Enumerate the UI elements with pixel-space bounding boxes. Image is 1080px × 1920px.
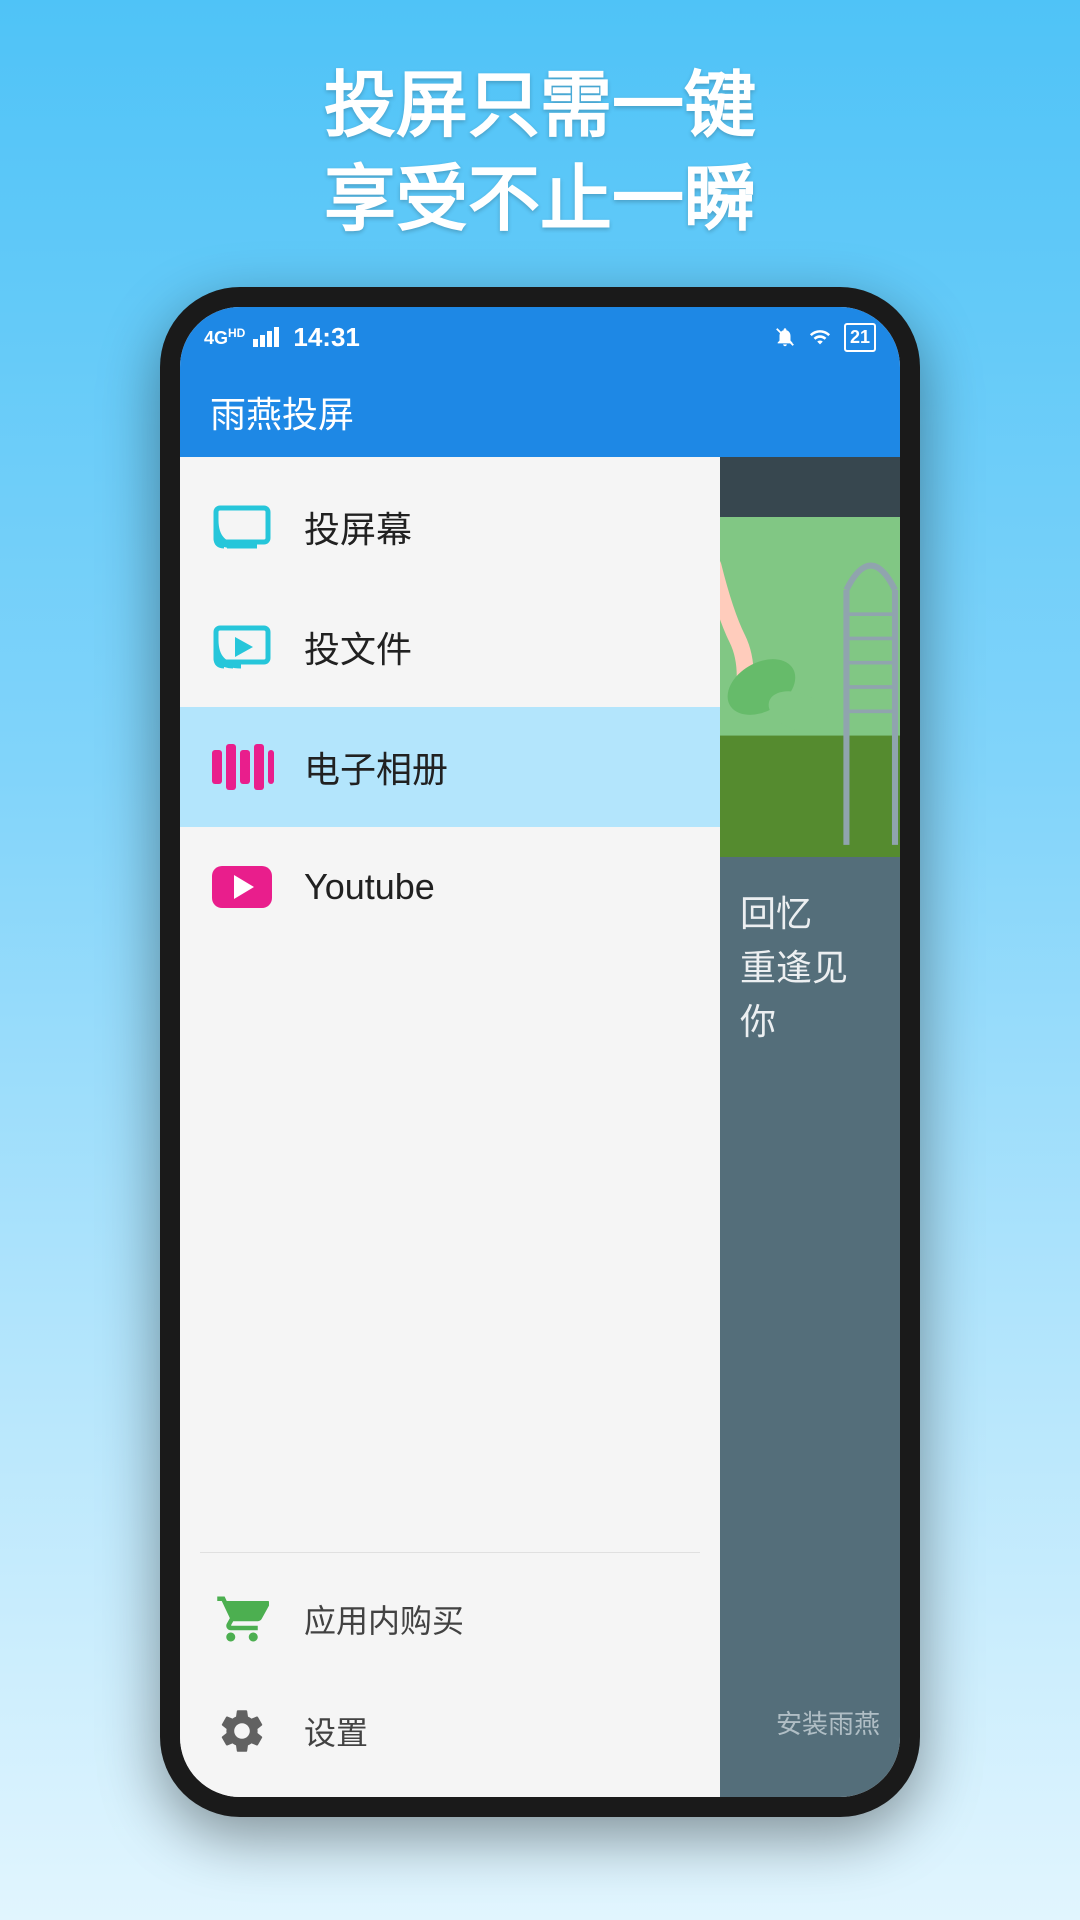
status-left: 4GHD 14:31 [204, 322, 360, 353]
settings-label: 设置 [304, 1708, 368, 1754]
youtube-label: Youtube [304, 866, 435, 908]
signal-bars [253, 327, 279, 347]
header-section: 投屏只需一键 享受不止一瞬 [324, 60, 756, 247]
menu-items: 投屏幕 投文件 [180, 457, 720, 1552]
photo-album-label: 电子相册 [304, 741, 448, 793]
menu-item-cast-screen[interactable]: 投屏幕 [180, 467, 720, 587]
cast-file-icon [210, 615, 274, 679]
header-line2: 享受不止一瞬 [324, 160, 756, 240]
purchase-label: 应用内购买 [304, 1596, 464, 1642]
menu-item-youtube[interactable]: Youtube [180, 827, 720, 947]
caption-area: 回忆 重逢见你 [720, 857, 900, 1079]
install-banner: 安装雨燕 [756, 1688, 900, 1757]
cast-screen-label: 投屏幕 [304, 501, 412, 553]
caption-line2: 重逢见你 [740, 947, 848, 1042]
caption-text: 回忆 重逢见你 [740, 887, 880, 1049]
cast-screen-icon [210, 495, 274, 559]
status-bar: 4GHD 14:31 [180, 307, 900, 367]
bottom-items: 应用内购买 设置 [180, 1553, 720, 1797]
time-display: 14:31 [293, 322, 360, 353]
install-text: 安装雨燕 [776, 1709, 880, 1739]
cast-file-label: 投文件 [304, 621, 412, 673]
phone-screen: 4GHD 14:31 [180, 307, 900, 1797]
youtube-icon [210, 855, 274, 919]
menu-item-photo-album[interactable]: 电子相册 [180, 707, 720, 827]
wifi-icon [808, 326, 832, 348]
right-panel: 回忆 重逢见你 安装雨燕 [720, 457, 900, 1797]
cart-icon [210, 1587, 274, 1651]
caption-line1: 回忆 [740, 893, 812, 934]
battery-indicator: 21 [844, 323, 876, 352]
drawer: 投屏幕 投文件 [180, 457, 720, 1797]
photo-album-icon [210, 735, 274, 799]
menu-item-cast-file[interactable]: 投文件 [180, 587, 720, 707]
settings-icon [210, 1699, 274, 1763]
app-bar: 雨燕投屏 [180, 367, 900, 457]
header-line1: 投屏只需一键 [324, 66, 756, 146]
status-right: 21 [774, 323, 876, 352]
app-title: 雨燕投屏 [210, 386, 354, 438]
phone-frame: 4GHD 14:31 [160, 287, 920, 1817]
garden-photo [720, 517, 900, 857]
bottom-item-purchase[interactable]: 应用内购买 [180, 1563, 720, 1675]
right-top-bar [720, 457, 900, 517]
network-indicator: 4GHD [204, 326, 245, 349]
photo-container [720, 517, 900, 857]
bottom-item-settings[interactable]: 设置 [180, 1675, 720, 1787]
main-content: 投屏幕 投文件 [180, 457, 900, 1797]
mute-icon [774, 326, 796, 348]
